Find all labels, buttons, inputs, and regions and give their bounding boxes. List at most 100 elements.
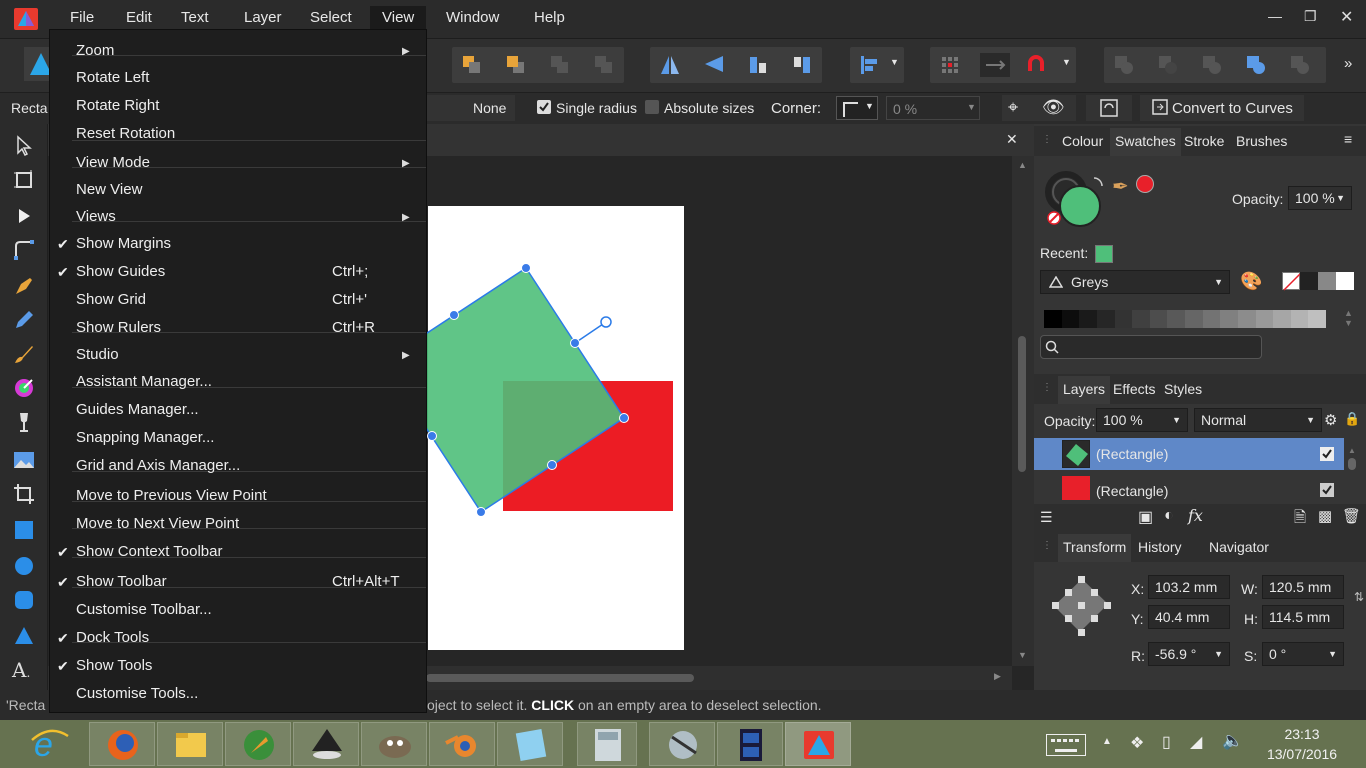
- color-picker-icon[interactable]: ✒: [1112, 174, 1129, 199]
- view-menu-item[interactable]: Move to Next View Point: [76, 515, 239, 532]
- grid-snap-icon[interactable]: [938, 53, 962, 77]
- fx-icon[interactable]: fx: [1188, 506, 1203, 525]
- battery-icon[interactable]: ▯: [1162, 732, 1171, 752]
- link-dimensions-icon[interactable]: ⇅: [1354, 590, 1364, 604]
- text-tool-icon[interactable]: A.: [12, 658, 36, 682]
- mask-icon[interactable]: ▣: [1138, 507, 1153, 527]
- palette-options-icon[interactable]: 🎨: [1240, 271, 1262, 292]
- add-shape-icon[interactable]: [1112, 53, 1136, 77]
- pen-tool-icon[interactable]: [12, 274, 36, 298]
- view-menu-item[interactable]: View Mode: [76, 154, 150, 171]
- network-icon[interactable]: ◢: [1190, 732, 1202, 752]
- none-swatch[interactable]: [1282, 272, 1301, 291]
- rounded-rectangle-tool-icon[interactable]: [12, 588, 36, 612]
- grey-swatch[interactable]: [1318, 272, 1336, 290]
- panel-menu-icon[interactable]: ≡: [1344, 131, 1352, 147]
- menu-help[interactable]: Help: [534, 9, 565, 26]
- arrange-back-icon[interactable]: [548, 53, 572, 77]
- transform-origin-icon[interactable]: ⌖: [1008, 97, 1018, 118]
- black-swatch[interactable]: [1300, 272, 1318, 290]
- arrange-backward-icon[interactable]: [592, 53, 616, 77]
- view-menu-item[interactable]: Guides Manager...: [76, 401, 199, 418]
- view-menu-item[interactable]: Show Context Toolbar: [76, 543, 222, 560]
- tab-navigator[interactable]: Navigator: [1209, 539, 1269, 555]
- cycle-selection-icon[interactable]: [1086, 95, 1132, 121]
- dropbox-icon[interactable]: ❖: [1130, 733, 1144, 753]
- arrange-forward-icon[interactable]: [504, 53, 528, 77]
- divide-shape-icon[interactable]: [1244, 53, 1268, 77]
- overflow-icon[interactable]: »: [1344, 55, 1352, 72]
- taskbar-file-explorer[interactable]: [157, 722, 223, 766]
- show-origin-icon[interactable]: 👁: [1042, 97, 1065, 118]
- adjustment-icon[interactable]: ◐: [1164, 507, 1174, 525]
- trash-icon[interactable]: 🗑: [1342, 507, 1361, 525]
- recent-swatch[interactable]: [1095, 245, 1113, 263]
- view-menu-item[interactable]: Show Grid: [76, 291, 146, 308]
- artboard-tool-icon[interactable]: [12, 168, 36, 192]
- layers-scrollbar[interactable]: ▲: [1348, 440, 1358, 504]
- taskbar-video-editor[interactable]: [717, 722, 783, 766]
- flip-horizontal-icon[interactable]: [658, 53, 682, 77]
- align-icon[interactable]: [858, 53, 882, 77]
- close-document-icon[interactable]: ✕: [1006, 131, 1018, 148]
- layer-row[interactable]: (Rectangle): [1034, 438, 1344, 470]
- colour-opacity-field[interactable]: 100 % ▼: [1288, 186, 1352, 210]
- vertical-scrollbar[interactable]: ▲ ▼: [1012, 156, 1034, 666]
- menu-edit[interactable]: Edit: [126, 9, 152, 26]
- taskbar-movie-maker[interactable]: [649, 722, 715, 766]
- view-menu-item[interactable]: Show Toolbar: [76, 573, 167, 590]
- menu-select[interactable]: Select: [310, 9, 352, 26]
- white-swatch[interactable]: [1336, 272, 1354, 290]
- rotation-field[interactable]: -56.9 ° ▼: [1148, 642, 1230, 666]
- view-menu-item[interactable]: Customise Tools...: [76, 685, 198, 702]
- align-dropdown-icon[interactable]: ▼: [890, 57, 899, 67]
- single-radius-checkbox[interactable]: [537, 100, 551, 114]
- view-menu-item[interactable]: New View: [76, 181, 142, 198]
- view-menu-item[interactable]: Studio: [76, 346, 119, 363]
- view-menu-item[interactable]: Show Rulers: [76, 319, 161, 336]
- clock-date[interactable]: 13/07/2016: [1256, 746, 1348, 762]
- clock-time[interactable]: 23:13: [1256, 726, 1348, 742]
- view-menu-item[interactable]: Views: [76, 208, 116, 225]
- layer-row[interactable]: (Rectangle): [1034, 474, 1344, 506]
- shear-field[interactable]: 0 ° ▼: [1262, 642, 1344, 666]
- volume-icon[interactable]: 🔈: [1222, 731, 1243, 751]
- flip-vertical-icon[interactable]: [702, 53, 726, 77]
- place-image-icon[interactable]: [12, 448, 36, 472]
- tab-brushes[interactable]: Brushes: [1236, 133, 1287, 149]
- palette-dropdown[interactable]: Greys ▼: [1040, 270, 1230, 294]
- corner-tool-icon[interactable]: [12, 238, 36, 262]
- rectangle-tool-icon[interactable]: [12, 518, 36, 542]
- tab-swatches[interactable]: Swatches: [1110, 128, 1181, 156]
- view-menu-item[interactable]: Show Tools: [76, 657, 152, 674]
- tab-styles[interactable]: Styles: [1164, 381, 1202, 397]
- greys-swatch-grid[interactable]: [1044, 310, 1326, 328]
- tab-layers[interactable]: Layers: [1058, 376, 1111, 404]
- absolute-sizes-checkbox[interactable]: [645, 100, 659, 114]
- layers-opacity-field[interactable]: 100 % ▼: [1096, 408, 1188, 432]
- tab-stroke[interactable]: Stroke: [1184, 133, 1224, 149]
- xor-shape-icon[interactable]: [1288, 53, 1312, 77]
- group-layers-icon[interactable]: ▩: [1318, 507, 1332, 525]
- scroll-down-icon[interactable]: ▼: [1018, 650, 1027, 660]
- pencil-tool-icon[interactable]: [12, 308, 36, 332]
- snapping-dropdown-icon[interactable]: ▼: [1062, 57, 1071, 67]
- menu-file[interactable]: File: [70, 9, 94, 26]
- tab-effects[interactable]: Effects: [1113, 381, 1156, 397]
- h-field[interactable]: 114.5 mm: [1262, 605, 1344, 629]
- triangle-tool-icon[interactable]: [12, 624, 36, 648]
- taskbar-firefox[interactable]: [89, 722, 155, 766]
- tab-transform[interactable]: Transform: [1058, 534, 1132, 562]
- subtract-shape-icon[interactable]: [1156, 53, 1180, 77]
- add-layer-icon[interactable]: 🗎: [1294, 507, 1306, 532]
- view-menu-item[interactable]: Grid and Axis Manager...: [76, 457, 240, 474]
- convert-to-curves-button[interactable]: Convert to Curves: [1140, 95, 1304, 121]
- ellipse-tool-icon[interactable]: [12, 554, 36, 578]
- touch-keyboard-icon[interactable]: [1046, 734, 1086, 756]
- view-menu-item[interactable]: Reset Rotation: [76, 125, 175, 142]
- menu-layer[interactable]: Layer: [244, 9, 282, 26]
- taskbar-inkscape[interactable]: [293, 722, 359, 766]
- view-menu-item[interactable]: Show Margins: [76, 235, 171, 252]
- snapping-magnet-icon[interactable]: [1024, 53, 1048, 77]
- picked-color-swatch[interactable]: [1136, 175, 1154, 193]
